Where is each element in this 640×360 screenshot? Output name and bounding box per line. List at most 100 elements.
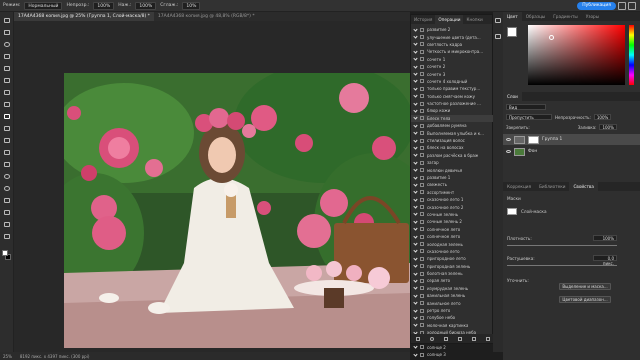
checkmark-icon[interactable] [413,64,418,69]
document-tab-1[interactable]: 17A4A4368 копия.jpg @ 25% (Группа 1, Сло… [14,12,154,21]
layer-filter-select[interactable]: Вид [506,104,546,110]
text-tool-icon[interactable] [3,210,11,216]
checkmark-icon[interactable] [413,344,418,350]
dialog-toggle-icon[interactable] [420,190,424,195]
checkmark-icon[interactable] [413,248,418,254]
marquee-tool-icon[interactable] [3,30,11,36]
publish-button[interactable]: Публикация [577,2,616,10]
lasso-tool-icon[interactable] [3,42,11,48]
dialog-toggle-icon[interactable] [420,101,424,106]
action-item[interactable]: только смягчаем кожу [411,93,494,100]
checkmark-icon[interactable] [413,352,418,357]
zoom-readout[interactable]: 25% [3,354,12,359]
hue-slider[interactable] [629,25,634,85]
dialog-toggle-icon[interactable] [420,323,424,328]
action-item[interactable]: сочетн 3 [411,70,494,77]
play-icon[interactable] [443,336,448,341]
dialog-toggle-icon[interactable] [420,308,424,313]
checkmark-icon[interactable] [413,234,418,239]
layer-mask-thumb[interactable] [528,135,539,144]
action-item[interactable]: только правим текстур... [411,85,494,92]
cloud-icon[interactable] [618,2,626,10]
checkmark-icon[interactable] [413,256,418,261]
dialog-toggle-icon[interactable] [420,108,424,113]
action-item[interactable]: разлом расчёска в браж [411,152,494,159]
quick-select-tool-icon[interactable] [3,54,11,60]
action-item[interactable]: пригородная зелень [411,263,494,270]
dialog-toggle-icon[interactable] [420,212,424,217]
checkmark-icon[interactable] [413,197,418,202]
checkmark-icon[interactable] [413,293,418,298]
checkmark-icon[interactable] [413,34,418,39]
dialog-toggle-icon[interactable] [420,160,424,165]
checkmark-icon[interactable] [413,211,418,217]
foreground-color-chip[interactable] [507,27,517,37]
action-item[interactable]: сочные зелень 2 [411,218,494,225]
dialog-toggle-icon[interactable] [420,64,424,69]
checkmark-icon[interactable] [413,226,418,231]
action-item[interactable]: Выполняемая улыбка и к... [411,129,494,136]
eraser-tool-icon[interactable] [3,150,11,156]
layer-opacity-field[interactable]: 100% [593,114,612,120]
dialog-toggle-icon[interactable] [420,145,424,150]
action-item[interactable]: ассортимент [411,189,494,196]
delete-icon[interactable] [485,336,490,341]
action-item[interactable]: ванильное лето [411,299,494,306]
dialog-toggle-icon[interactable] [420,27,424,32]
flow-field[interactable]: 100% [135,1,157,10]
stamp-tool-icon[interactable] [3,126,11,132]
stop-icon[interactable] [415,336,420,341]
action-item[interactable]: молочная картинка [411,322,494,329]
dialog-toggle-icon[interactable] [420,264,424,269]
layer-row-background[interactable]: Фон [503,146,640,157]
action-item[interactable]: добавляем румяна [411,122,494,129]
dodge-tool-icon[interactable] [3,186,11,192]
hand-tool-icon[interactable] [3,234,11,240]
feather-slider[interactable] [507,265,617,266]
checkmark-icon[interactable] [413,41,418,47]
checkmark-icon[interactable] [413,49,418,54]
dialog-toggle-icon[interactable] [420,205,424,210]
checkmark-icon[interactable] [413,100,418,106]
action-item[interactable]: сочетн 1 [411,56,494,63]
dialog-toggle-icon[interactable] [420,234,424,239]
action-item[interactable]: сочные зелень [411,211,494,218]
record-icon[interactable] [429,336,434,341]
action-item[interactable]: солнечное лето [411,233,494,240]
action-item[interactable]: пригородное лето [411,255,494,262]
dialog-toggle-icon[interactable] [420,219,424,224]
pen-tool-icon[interactable] [3,198,11,204]
action-item[interactable]: блеск на волосах [411,144,494,151]
new-set-icon[interactable] [457,336,462,341]
eye-icon[interactable] [506,150,511,153]
checkmark-icon[interactable] [413,56,418,61]
checkmark-icon[interactable] [413,115,418,120]
action-item[interactable]: Четкость и микроконтра... [411,48,494,55]
checkmark-icon[interactable] [413,160,418,165]
dialog-toggle-icon[interactable] [420,131,424,136]
dialog-toggle-icon[interactable] [420,256,424,261]
tab-buttons[interactable]: Кнопки [463,15,485,24]
dialog-toggle-icon[interactable] [420,72,424,77]
checkmark-icon[interactable] [413,315,418,320]
blur-tool-icon[interactable] [3,174,11,180]
tab-properties[interactable]: Свойства [569,182,598,191]
checkmark-icon[interactable] [413,263,418,268]
dialog-toggle-icon[interactable] [420,352,424,357]
document-tab-2[interactable]: 17A4A4368 копия.jpg @ 48,8% (RGB/8*) * [154,12,259,21]
dialog-toggle-icon[interactable] [420,116,424,121]
checkmark-icon[interactable] [413,182,418,187]
smoothing-field[interactable]: 10% [182,1,201,10]
checkmark-icon[interactable] [413,270,418,276]
action-item[interactable]: болотная зелень [411,270,494,277]
checkmark-icon[interactable] [413,167,418,172]
action-item[interactable]: развитие 2 [411,26,494,33]
blend-mode-select[interactable]: Пропустить [506,114,552,120]
frame-tool-icon[interactable] [3,78,11,84]
tab-color[interactable]: Цвет [503,12,522,21]
new-action-icon[interactable] [471,336,476,341]
checkmark-icon[interactable] [413,219,418,224]
tab-history[interactable]: История [411,15,435,24]
density-field[interactable]: 100% [593,235,617,241]
checkmark-icon[interactable] [413,278,418,283]
